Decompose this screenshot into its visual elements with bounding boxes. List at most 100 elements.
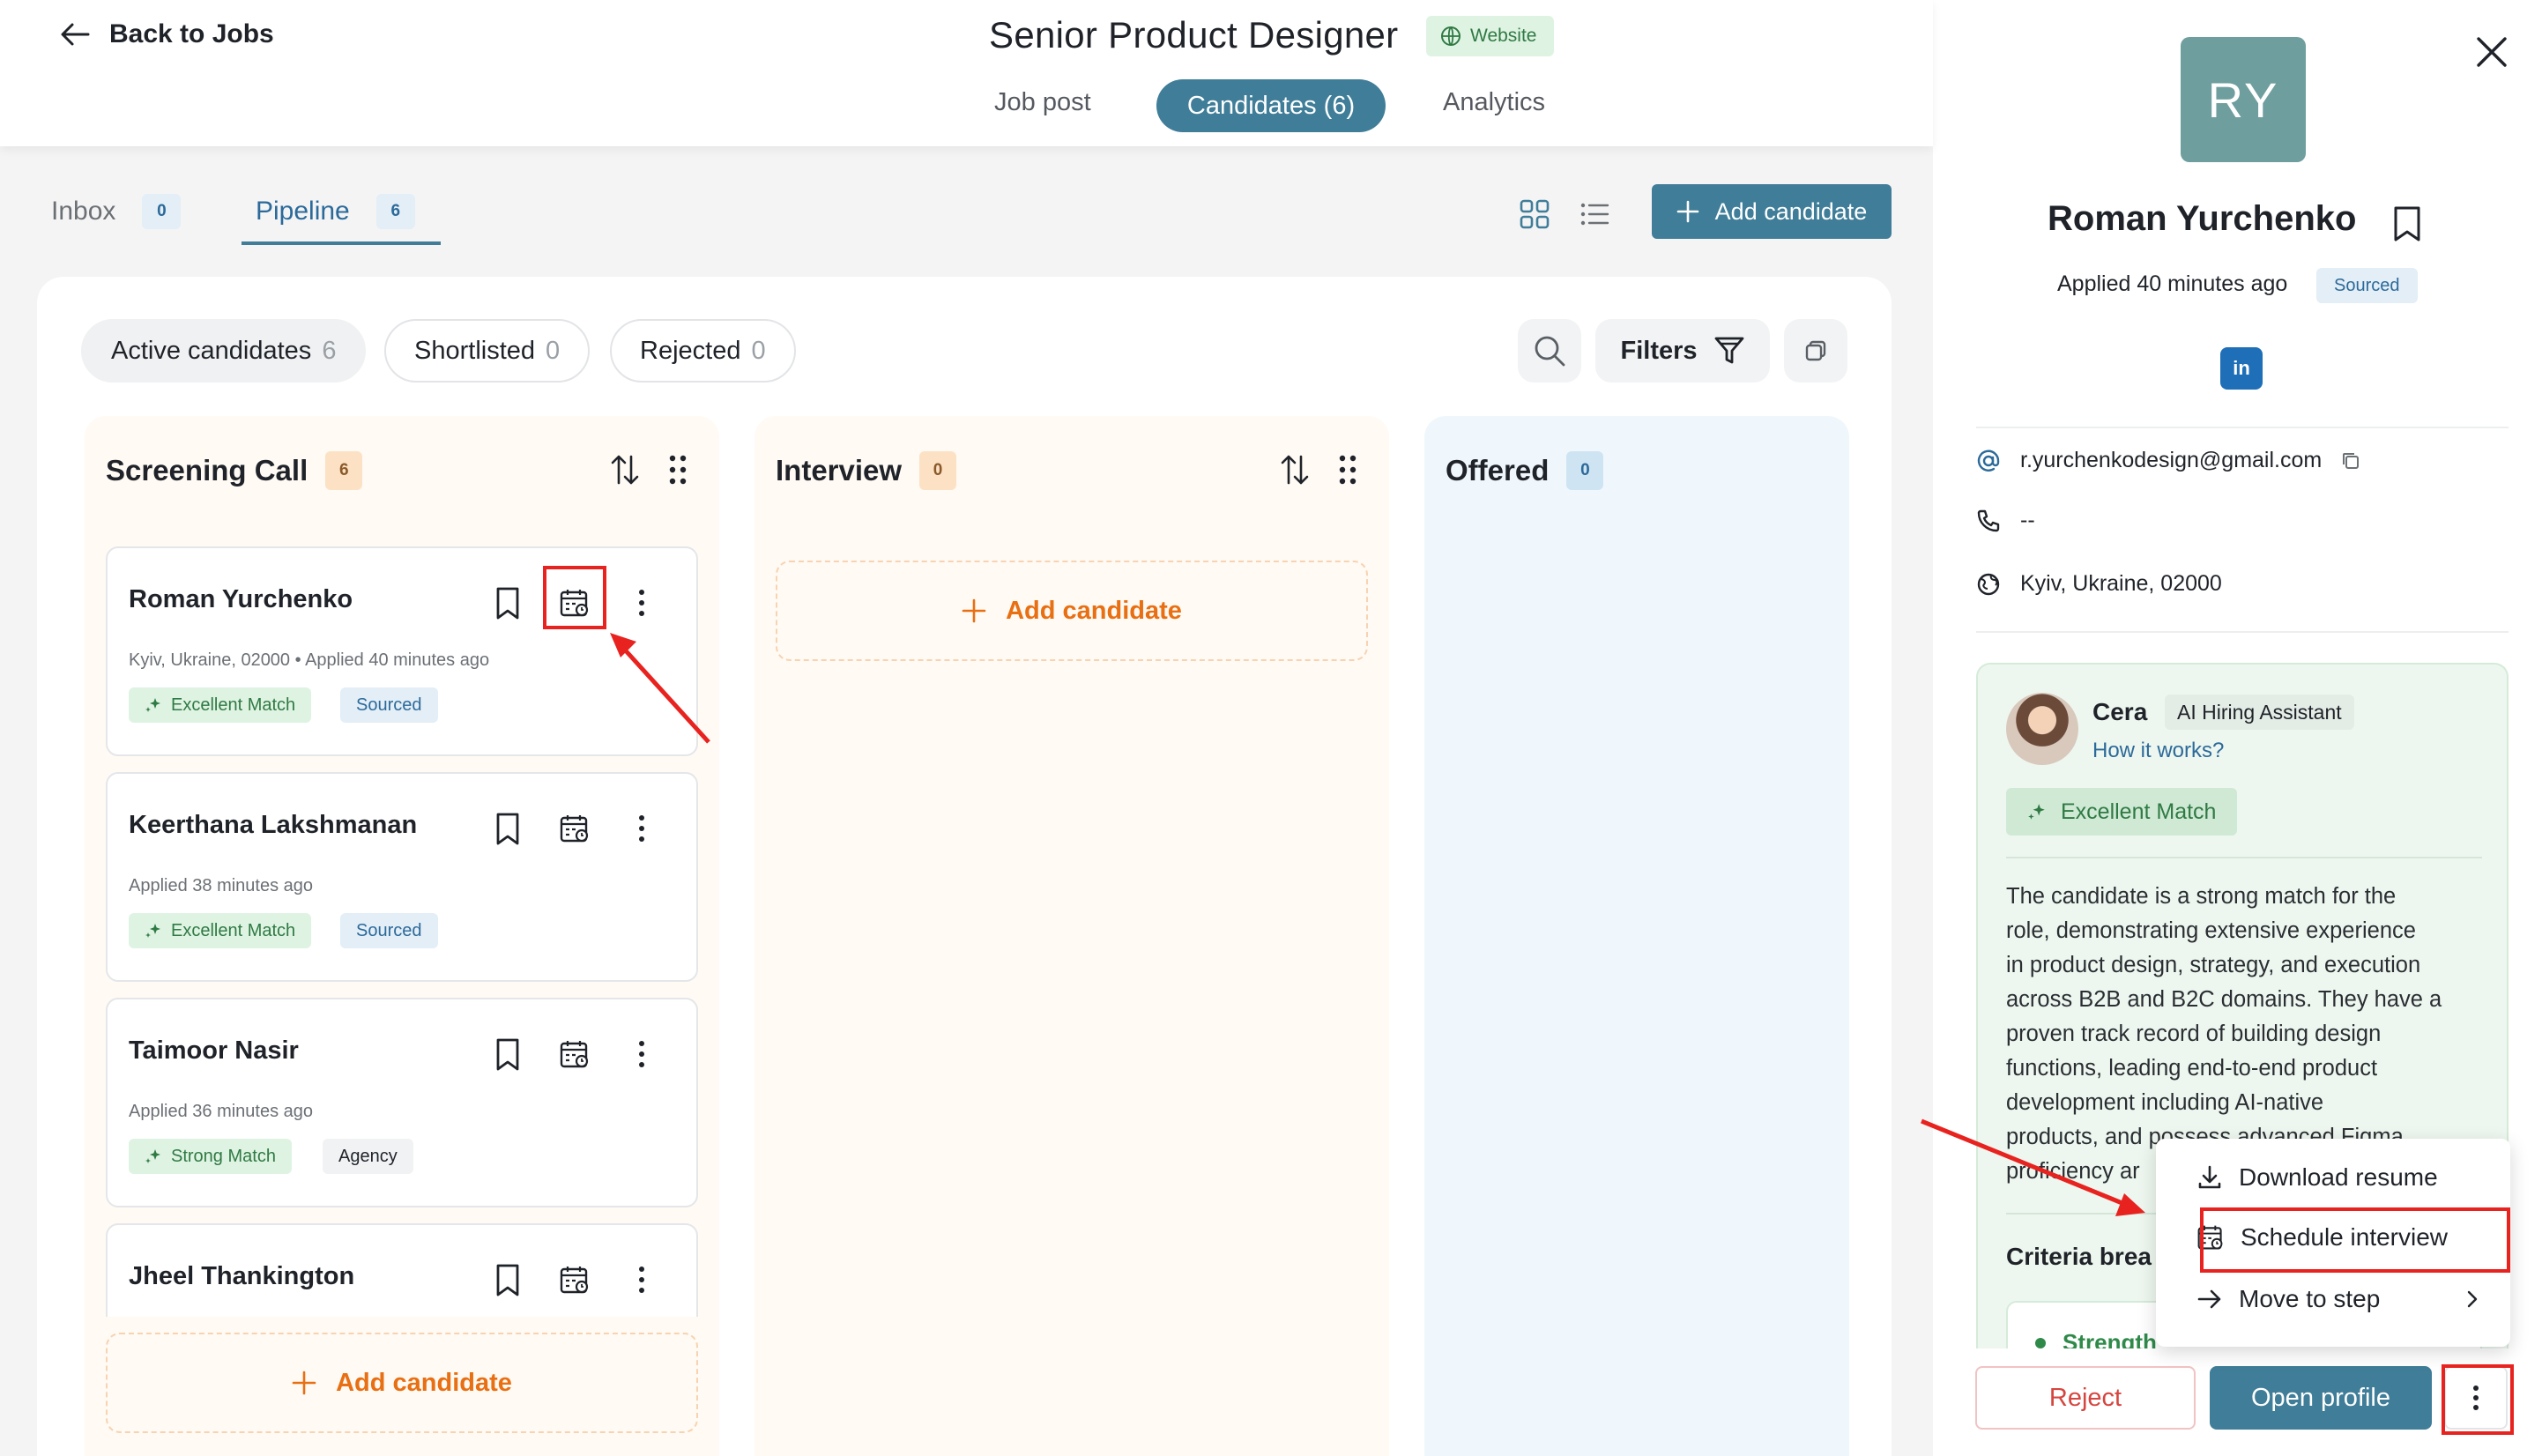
website-badge-label: Website: [1470, 26, 1537, 46]
candidate-name: Jheel Thankington: [129, 1262, 355, 1290]
filters-button[interactable]: Filters: [1595, 319, 1770, 383]
column-offered-header: Offered 0: [1446, 451, 1604, 490]
match-badge: Strong Match: [129, 1139, 292, 1174]
add-candidate-screening[interactable]: Add candidate: [106, 1333, 698, 1433]
filters-label: Filters: [1620, 336, 1698, 365]
highlight-schedule-menu-item: [2200, 1207, 2510, 1273]
sparkle-icon: [145, 1149, 160, 1163]
more-options-icon[interactable]: [619, 806, 665, 851]
sparkle-icon: [2028, 804, 2045, 820]
divider: [1976, 631, 2509, 633]
bookmark-icon[interactable]: [2392, 204, 2422, 243]
sparkle-icon: [145, 698, 160, 712]
list-view-icon[interactable]: [1574, 194, 1615, 234]
plus-icon: [292, 1371, 316, 1395]
search-button[interactable]: [1518, 319, 1581, 383]
filter-shortlisted[interactable]: Shortlisted 0: [384, 319, 591, 383]
subtab-pipeline[interactable]: Pipeline 6: [256, 194, 415, 229]
close-icon[interactable]: [2475, 35, 2509, 69]
match-badge-label: Excellent Match: [171, 920, 296, 940]
schedule-interview-icon[interactable]: [552, 806, 598, 851]
summary-line: across B2B and B2C domains. They have a: [2006, 987, 2442, 1012]
copy-icon[interactable]: [2341, 451, 2360, 471]
schedule-interview-icon[interactable]: [552, 1031, 598, 1077]
pipeline-count: 6: [375, 194, 415, 229]
phone-row: --: [1976, 508, 2035, 533]
back-label: Back to Jobs: [109, 19, 274, 48]
add-candidate-label: Add candidate: [1714, 197, 1868, 225]
tab-candidates[interactable]: Candidates (6): [1156, 79, 1386, 132]
candidate-meta: Kyiv, Ukraine, 02000 • Applied 40 minute…: [129, 650, 490, 670]
plus-icon: [1676, 200, 1698, 223]
candidate-card[interactable]: Roman Yurchenko Kyiv, Ukraine, 02000 • A…: [106, 546, 698, 756]
bookmark-icon[interactable]: [485, 1257, 531, 1303]
schedule-interview-icon[interactable]: [552, 1257, 598, 1303]
collapse-button[interactable]: [1784, 319, 1847, 383]
add-candidate-interview-label: Add candidate: [1006, 596, 1182, 625]
email-value[interactable]: r.yurchenkodesign@gmail.com: [2020, 448, 2322, 473]
move-to-step-label: Move to step: [2239, 1285, 2381, 1312]
sort-icon[interactable]: [1280, 453, 1310, 487]
candidate-meta: Applied 38 minutes ago: [129, 876, 314, 895]
candidate-card[interactable]: Keerthana Lakshmanan Applied 38 minutes …: [106, 772, 698, 982]
grid-view-icon[interactable]: [1514, 194, 1555, 234]
column-offered-title: Offered: [1446, 454, 1550, 487]
candidate-name: Taimoor Nasir: [129, 1036, 299, 1065]
more-options-icon[interactable]: [619, 1257, 665, 1303]
email-row: r.yurchenkodesign@gmail.com: [1976, 448, 2360, 473]
divider: [2006, 857, 2482, 858]
website-badge: Website: [1426, 16, 1555, 56]
how-it-works-link[interactable]: How it works?: [2092, 739, 2224, 763]
bookmark-icon[interactable]: [485, 1031, 531, 1077]
location-row: Kyiv, Ukraine, 02000: [1976, 571, 2222, 597]
candidate-card[interactable]: Taimoor Nasir Applied 36 minutes ago Str…: [106, 998, 698, 1207]
drag-handle-icon[interactable]: [1336, 453, 1359, 487]
column-screening-count: 6: [325, 451, 363, 490]
search-icon: [1535, 336, 1565, 367]
ai-match-label: Excellent Match: [2061, 799, 2217, 824]
linkedin-icon[interactable]: in: [2220, 347, 2263, 390]
reject-button[interactable]: Reject: [1975, 1366, 2196, 1430]
filter-active-label: Active candidates: [111, 336, 312, 365]
match-badge: Excellent Match: [129, 687, 312, 723]
column-offered: [1424, 416, 1849, 1456]
drag-handle-icon[interactable]: [666, 453, 689, 487]
match-badge-label: Excellent Match: [171, 695, 296, 715]
source-badge: Sourced: [2316, 268, 2418, 303]
tab-analytics[interactable]: Analytics: [1443, 88, 1545, 117]
filter-rejected-label: Rejected: [640, 336, 741, 365]
filter-active-candidates[interactable]: Active candidates 6: [81, 319, 367, 383]
more-options-icon[interactable]: [619, 580, 665, 626]
menu-item-move-to-step[interactable]: Move to step: [2196, 1285, 2479, 1313]
divider: [1976, 427, 2509, 428]
filter-rejected-count: 0: [751, 336, 766, 365]
location-value: Kyiv, Ukraine, 02000: [2020, 571, 2222, 596]
funnel-icon: [1714, 337, 1743, 364]
summary-line: role, demonstrating extensive experience: [2006, 918, 2416, 943]
more-options-icon[interactable]: [619, 1031, 665, 1077]
globe-location-icon: [1977, 573, 2000, 595]
summary-line: in product design, strategy, and executi…: [2006, 953, 2421, 977]
bookmark-icon[interactable]: [485, 806, 531, 851]
sort-icon[interactable]: [610, 453, 640, 487]
summary-line: functions, leading end-to-end product: [2006, 1056, 2378, 1081]
tab-job-post[interactable]: Job post: [994, 88, 1091, 117]
candidate-card[interactable]: Jheel Thankington: [106, 1223, 698, 1317]
candidate-meta: Applied 36 minutes ago: [129, 1102, 314, 1121]
filter-rejected[interactable]: Rejected 0: [610, 319, 796, 383]
summary-line: development including AI-native: [2006, 1090, 2324, 1115]
bookmark-icon[interactable]: [485, 580, 531, 626]
subtab-inbox[interactable]: Inbox 0: [51, 194, 182, 229]
globe-icon: [1441, 26, 1461, 46]
filter-active-count: 6: [322, 336, 337, 365]
column-interview-header: Interview 0: [776, 451, 957, 490]
add-candidate-button[interactable]: Add candidate: [1652, 184, 1892, 239]
open-profile-button[interactable]: Open profile: [2210, 1366, 2432, 1430]
applied-time: Applied 40 minutes ago: [2057, 271, 2288, 296]
add-candidate-interview[interactable]: Add candidate: [776, 561, 1368, 661]
plus-icon: [962, 598, 986, 623]
back-to-jobs-link[interactable]: Back to Jobs: [60, 19, 274, 49]
menu-item-download-resume[interactable]: Download resume: [2196, 1163, 2438, 1192]
source-tag: Agency: [323, 1139, 413, 1174]
column-offered-count: 0: [1566, 451, 1604, 490]
